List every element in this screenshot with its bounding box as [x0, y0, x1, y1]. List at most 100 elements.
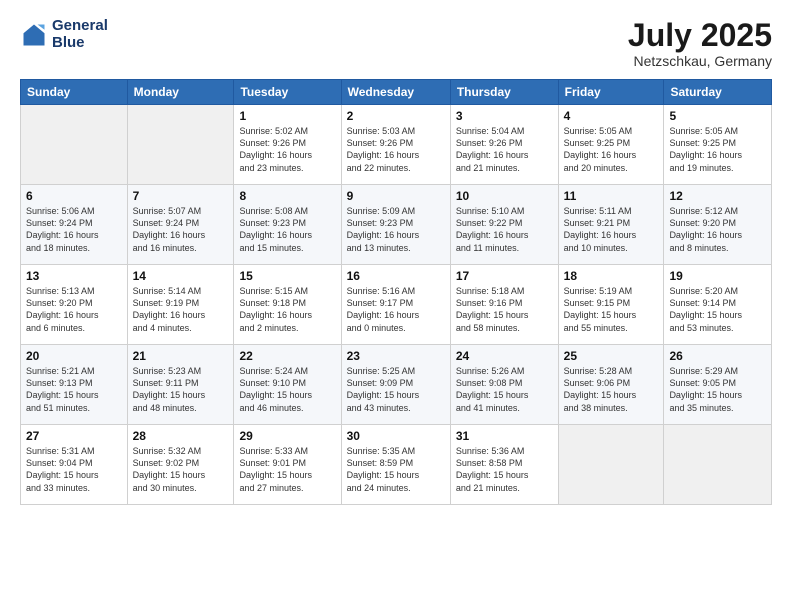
calendar-cell: 3Sunrise: 5:04 AM Sunset: 9:26 PM Daylig… — [450, 105, 558, 185]
calendar-header-tuesday: Tuesday — [234, 80, 341, 105]
month-title: July 2025 — [628, 18, 772, 53]
calendar-cell: 7Sunrise: 5:07 AM Sunset: 9:24 PM Daylig… — [127, 185, 234, 265]
calendar-cell — [127, 105, 234, 185]
day-info: Sunrise: 5:10 AM Sunset: 9:22 PM Dayligh… — [456, 205, 553, 254]
calendar-header-wednesday: Wednesday — [341, 80, 450, 105]
calendar-cell: 27 Sunrise: 5:31 AM Sunset: 9:04 PM Dayli… — [21, 425, 128, 505]
logo-text: General Blue — [52, 18, 108, 51]
day-info: Sunrise: 5:15 AM Sunset: 9:18 PM Dayligh… — [239, 285, 335, 334]
calendar-week-1: 1Sunrise: 5:02 AM Sunset: 9:26 PM Daylig… — [21, 105, 772, 185]
page: General Blue July 2025 Netzschkau, Germa… — [0, 0, 792, 612]
calendar-cell: 25Sunrise: 5:28 AM Sunset: 9:06 PM Dayli… — [558, 345, 664, 425]
day-info: Sunrise: 5:14 AM Sunset: 9:19 PM Dayligh… — [133, 285, 229, 334]
day-number: 19 — [669, 269, 766, 283]
calendar-cell — [21, 105, 128, 185]
calendar-cell: 10 Sunrise: 5:10 AM Sunset: 9:22 PM Dayli… — [450, 185, 558, 265]
day-info: Sunrise: 5:08 AM Sunset: 9:23 PM Dayligh… — [239, 205, 335, 254]
day-info: Sunrise: 5:02 AM Sunset: 9:26 PM Dayligh… — [239, 125, 335, 174]
logo: General Blue — [20, 18, 108, 51]
day-number: 28 — [133, 429, 229, 443]
day-number: 21 — [133, 349, 229, 363]
calendar-cell: 5 Sunrise: 5:05 AM Sunset: 9:25 PM Daylig… — [664, 105, 772, 185]
calendar-week-5: 27 Sunrise: 5:31 AM Sunset: 9:04 PM Dayli… — [21, 425, 772, 505]
day-number: 7 — [133, 189, 229, 203]
calendar-cell: 19Sunrise: 5:20 AM Sunset: 9:14 PM Dayli… — [664, 265, 772, 345]
day-info: Sunrise: 5:09 AM Sunset: 9:23 PM Dayligh… — [347, 205, 445, 254]
day-number: 13 — [26, 269, 122, 283]
day-info: Sunrise: 5:12 AM Sunset: 9:20 PM Dayligh… — [669, 205, 766, 254]
calendar-cell: 11 Sunrise: 5:11 AM Sunset: 9:21 PM Dayli… — [558, 185, 664, 265]
calendar-cell: 6Sunrise: 5:06 AM Sunset: 9:24 PM Daylig… — [21, 185, 128, 265]
day-number: 16 — [347, 269, 445, 283]
day-info: Sunrise: 5:03 AM Sunset: 9:26 PM Dayligh… — [347, 125, 445, 174]
day-number: 2 — [347, 109, 445, 123]
day-number: 20 — [26, 349, 122, 363]
day-number: 29 — [239, 429, 335, 443]
location-subtitle: Netzschkau, Germany — [628, 53, 772, 69]
day-info: Sunrise: 5:05 AM Sunset: 9:25 PM Dayligh… — [564, 125, 659, 174]
logo-icon — [20, 21, 48, 49]
calendar-cell: 31 Sunrise: 5:36 AM Sunset: 8:58 PM Dayli… — [450, 425, 558, 505]
calendar-cell: 18 Sunrise: 5:19 AM Sunset: 9:15 PM Dayli… — [558, 265, 664, 345]
day-number: 9 — [347, 189, 445, 203]
day-number: 6 — [26, 189, 122, 203]
day-info: Sunrise: 5:16 AM Sunset: 9:17 PM Dayligh… — [347, 285, 445, 334]
calendar-cell: 13 Sunrise: 5:13 AM Sunset: 9:20 PM Dayli… — [21, 265, 128, 345]
calendar-cell: 29Sunrise: 5:33 AM Sunset: 9:01 PM Dayli… — [234, 425, 341, 505]
day-info: Sunrise: 5:36 AM Sunset: 8:58 PM Dayligh… — [456, 445, 553, 494]
day-number: 24 — [456, 349, 553, 363]
calendar-cell: 2 Sunrise: 5:03 AM Sunset: 9:26 PM Daylig… — [341, 105, 450, 185]
calendar-cell: 17Sunrise: 5:18 AM Sunset: 9:16 PM Dayli… — [450, 265, 558, 345]
day-number: 4 — [564, 109, 659, 123]
day-number: 25 — [564, 349, 659, 363]
calendar-cell: 23 Sunrise: 5:25 AM Sunset: 9:09 PM Dayli… — [341, 345, 450, 425]
day-number: 26 — [669, 349, 766, 363]
title-block: July 2025 Netzschkau, Germany — [628, 18, 772, 69]
day-number: 3 — [456, 109, 553, 123]
day-number: 22 — [239, 349, 335, 363]
day-number: 5 — [669, 109, 766, 123]
day-info: Sunrise: 5:23 AM Sunset: 9:11 PM Dayligh… — [133, 365, 229, 414]
calendar-header-row: SundayMondayTuesdayWednesdayThursdayFrid… — [21, 80, 772, 105]
calendar-cell: 22 Sunrise: 5:24 AM Sunset: 9:10 PM Dayli… — [234, 345, 341, 425]
day-number: 14 — [133, 269, 229, 283]
day-number: 30 — [347, 429, 445, 443]
day-number: 23 — [347, 349, 445, 363]
day-info: Sunrise: 5:11 AM Sunset: 9:21 PM Dayligh… — [564, 205, 659, 254]
calendar-cell — [664, 425, 772, 505]
day-info: Sunrise: 5:29 AM Sunset: 9:05 PM Dayligh… — [669, 365, 766, 414]
day-info: Sunrise: 5:18 AM Sunset: 9:16 PM Dayligh… — [456, 285, 553, 334]
calendar-cell: 1Sunrise: 5:02 AM Sunset: 9:26 PM Daylig… — [234, 105, 341, 185]
calendar-table: SundayMondayTuesdayWednesdayThursdayFrid… — [20, 79, 772, 505]
calendar-cell: 26 Sunrise: 5:29 AM Sunset: 9:05 PM Dayli… — [664, 345, 772, 425]
calendar-week-4: 20 Sunrise: 5:21 AM Sunset: 9:13 PM Dayli… — [21, 345, 772, 425]
day-info: Sunrise: 5:21 AM Sunset: 9:13 PM Dayligh… — [26, 365, 122, 414]
calendar-cell — [558, 425, 664, 505]
calendar-header-friday: Friday — [558, 80, 664, 105]
calendar-cell: 20 Sunrise: 5:21 AM Sunset: 9:13 PM Dayli… — [21, 345, 128, 425]
day-info: Sunrise: 5:13 AM Sunset: 9:20 PM Dayligh… — [26, 285, 122, 334]
calendar-header-sunday: Sunday — [21, 80, 128, 105]
day-info: Sunrise: 5:25 AM Sunset: 9:09 PM Dayligh… — [347, 365, 445, 414]
calendar-cell: 4 Sunrise: 5:05 AM Sunset: 9:25 PM Daylig… — [558, 105, 664, 185]
day-info: Sunrise: 5:31 AM Sunset: 9:04 PM Dayligh… — [26, 445, 122, 494]
calendar-header-monday: Monday — [127, 80, 234, 105]
calendar-cell: 15 Sunrise: 5:15 AM Sunset: 9:18 PM Dayli… — [234, 265, 341, 345]
day-info: Sunrise: 5:24 AM Sunset: 9:10 PM Dayligh… — [239, 365, 335, 414]
day-number: 10 — [456, 189, 553, 203]
calendar-cell: 16 Sunrise: 5:16 AM Sunset: 9:17 PM Dayli… — [341, 265, 450, 345]
calendar-cell: 30Sunrise: 5:35 AM Sunset: 8:59 PM Dayli… — [341, 425, 450, 505]
calendar-cell: 9 Sunrise: 5:09 AM Sunset: 9:23 PM Daylig… — [341, 185, 450, 265]
day-number: 18 — [564, 269, 659, 283]
header: General Blue July 2025 Netzschkau, Germa… — [20, 18, 772, 69]
day-info: Sunrise: 5:19 AM Sunset: 9:15 PM Dayligh… — [564, 285, 659, 334]
calendar-week-2: 6Sunrise: 5:06 AM Sunset: 9:24 PM Daylig… — [21, 185, 772, 265]
calendar-header-saturday: Saturday — [664, 80, 772, 105]
calendar-cell: 24Sunrise: 5:26 AM Sunset: 9:08 PM Dayli… — [450, 345, 558, 425]
day-number: 15 — [239, 269, 335, 283]
day-info: Sunrise: 5:05 AM Sunset: 9:25 PM Dayligh… — [669, 125, 766, 174]
day-number: 27 — [26, 429, 122, 443]
day-number: 8 — [239, 189, 335, 203]
day-number: 11 — [564, 189, 659, 203]
day-number: 31 — [456, 429, 553, 443]
